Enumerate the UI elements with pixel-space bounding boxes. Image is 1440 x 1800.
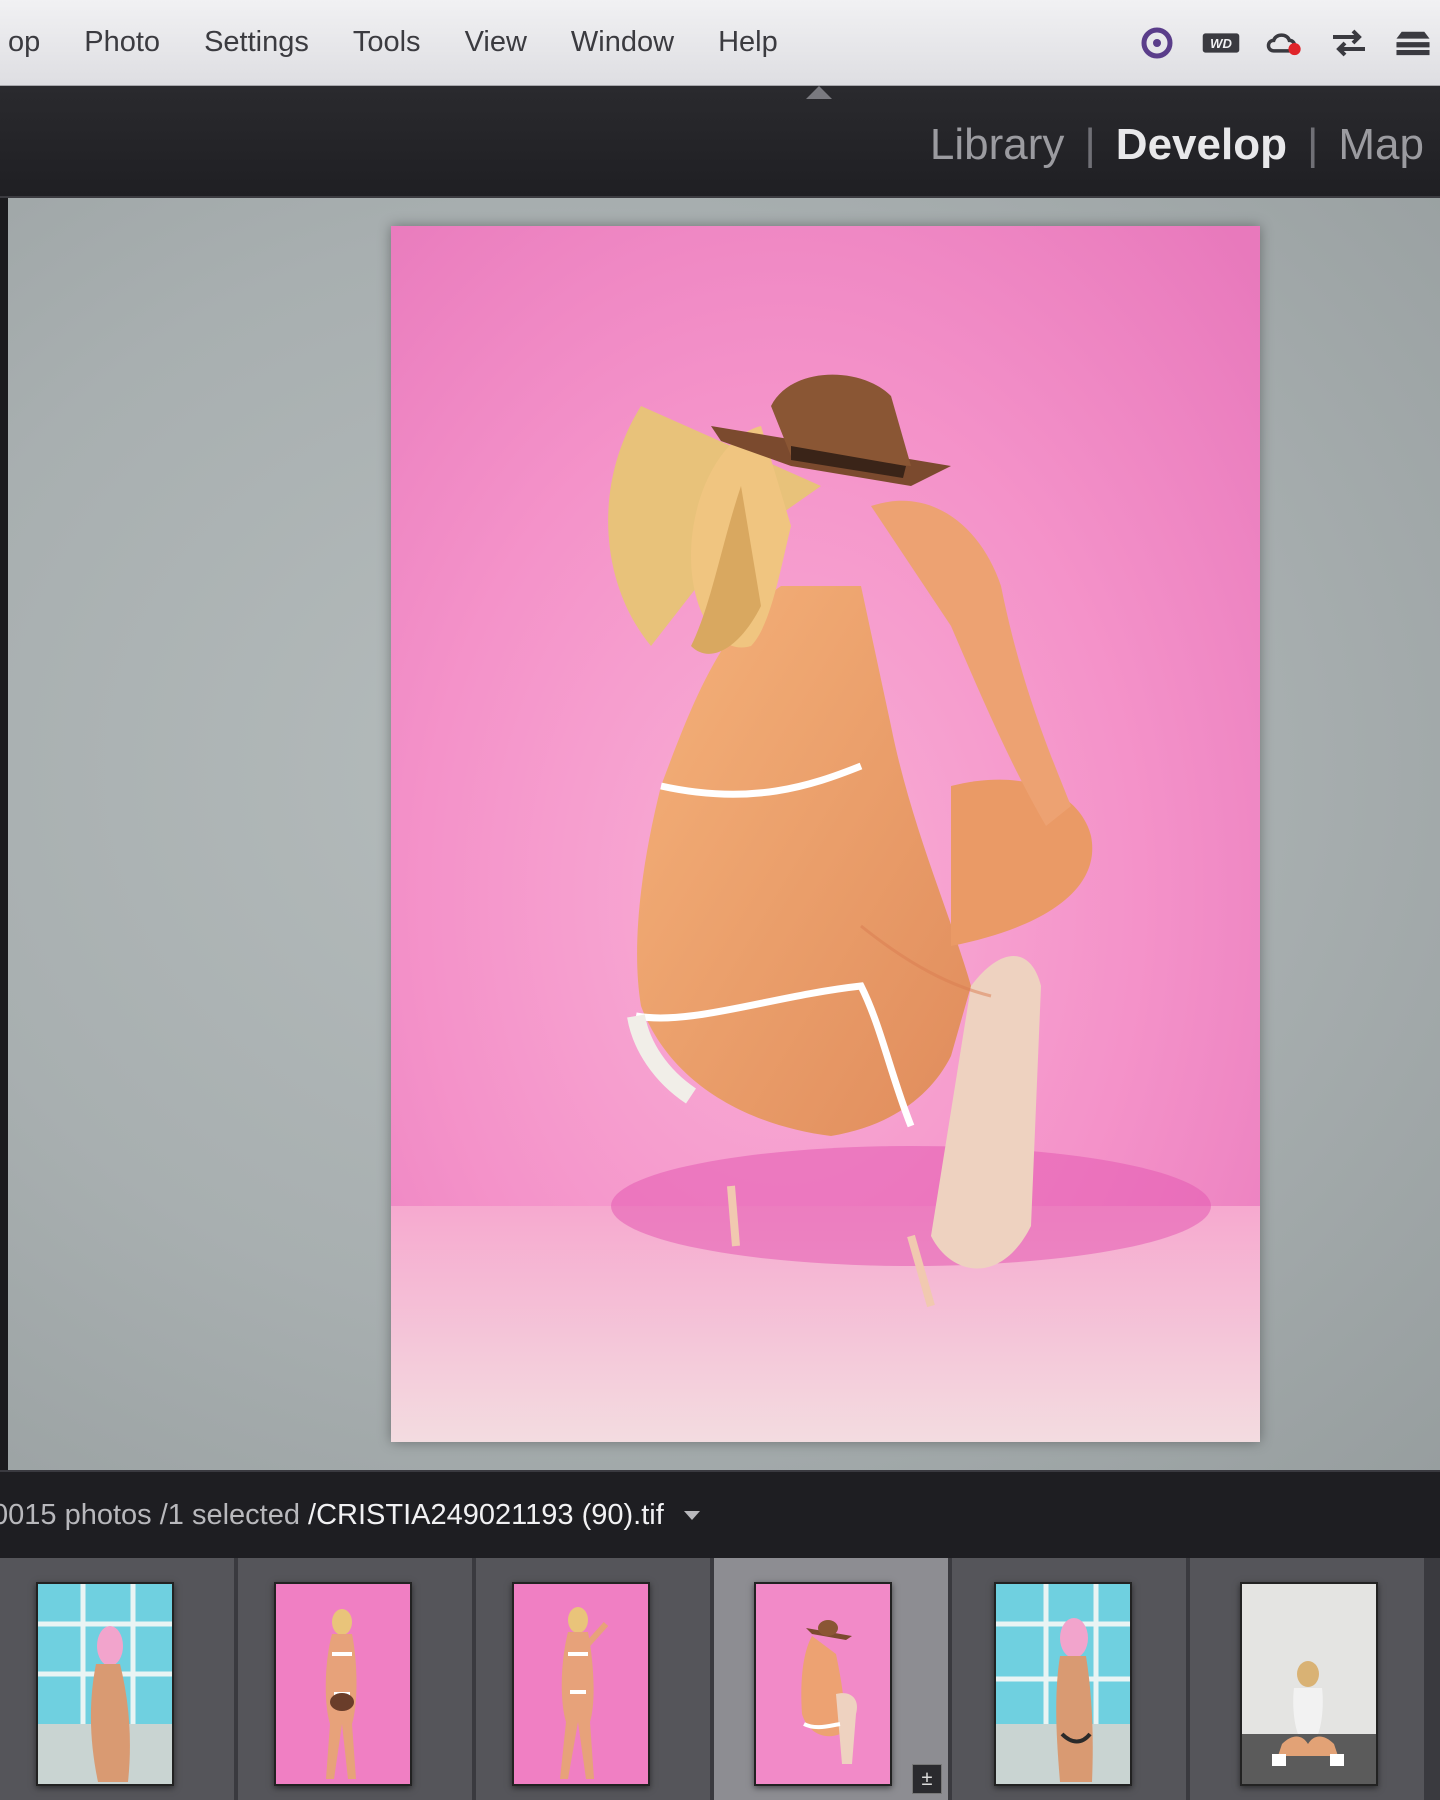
menu-help[interactable]: Help bbox=[696, 26, 800, 59]
creative-cloud-icon[interactable] bbox=[1262, 23, 1308, 63]
image-workspace bbox=[8, 198, 1440, 1470]
module-separator: | bbox=[1084, 120, 1096, 169]
filmstrip-info-bar: 0015 photos /1 selected /CRISTIA24902119… bbox=[0, 1470, 1440, 1560]
develop-edited-badge-icon: ± bbox=[912, 1764, 942, 1794]
module-map[interactable]: Map bbox=[1322, 120, 1440, 170]
filmstrip-cell[interactable] bbox=[952, 1558, 1186, 1800]
photo-thumbnail[interactable] bbox=[512, 1582, 650, 1786]
main-photo-preview[interactable] bbox=[391, 226, 1260, 1442]
photo-thumbnail[interactable] bbox=[1240, 1582, 1378, 1786]
module-separator: | bbox=[1306, 120, 1319, 169]
module-picker: Library | Develop | Map bbox=[914, 120, 1440, 170]
menu-list: op Photo Settings Tools View Window Help bbox=[0, 26, 800, 59]
module-develop[interactable]: Develop bbox=[1100, 120, 1303, 170]
photo-thumbnail[interactable] bbox=[274, 1582, 412, 1786]
photo-thumbnail[interactable] bbox=[36, 1582, 174, 1786]
svg-text:WD: WD bbox=[1210, 36, 1232, 51]
menu-window[interactable]: Window bbox=[549, 26, 696, 59]
filmstrip-cell[interactable] bbox=[0, 1558, 234, 1800]
selected-count: /1 selected bbox=[159, 1498, 300, 1531]
filmstrip: ± bbox=[0, 1558, 1440, 1800]
photo-thumbnail-selected[interactable] bbox=[754, 1582, 892, 1786]
filmstrip-cell[interactable] bbox=[1190, 1558, 1424, 1800]
current-filename[interactable]: /CRISTIA249021193 (90).tif bbox=[308, 1499, 664, 1531]
menu-bar: op Photo Settings Tools View Window Help… bbox=[0, 0, 1440, 86]
module-bar: Library | Develop | Map bbox=[0, 86, 1440, 198]
photo-count-label: 0015 photos /1 selected /CRISTIA24902119… bbox=[0, 1499, 700, 1532]
menu-app[interactable]: op bbox=[0, 26, 62, 59]
menu-tools[interactable]: Tools bbox=[331, 26, 443, 59]
filmstrip-cell[interactable] bbox=[238, 1558, 472, 1800]
wd-drive-icon[interactable]: WD bbox=[1198, 23, 1244, 63]
photo-thumbnail[interactable] bbox=[994, 1582, 1132, 1786]
menu-view[interactable]: View bbox=[443, 26, 549, 59]
chevron-down-icon[interactable] bbox=[683, 1511, 700, 1521]
status-icons: WD bbox=[1134, 0, 1440, 86]
module-library[interactable]: Library bbox=[914, 120, 1081, 170]
stack-icon[interactable] bbox=[1390, 23, 1436, 63]
vpn-icon[interactable] bbox=[1134, 23, 1180, 63]
filmstrip-cell[interactable] bbox=[476, 1558, 710, 1800]
photo-count: 0015 photos bbox=[0, 1498, 152, 1531]
filmstrip-cell-selected[interactable]: ± bbox=[714, 1558, 948, 1800]
menu-photo[interactable]: Photo bbox=[62, 26, 182, 59]
panel-toggle-arrow[interactable] bbox=[806, 86, 832, 99]
transfer-icon[interactable] bbox=[1326, 23, 1372, 63]
menu-settings[interactable]: Settings bbox=[182, 26, 331, 59]
